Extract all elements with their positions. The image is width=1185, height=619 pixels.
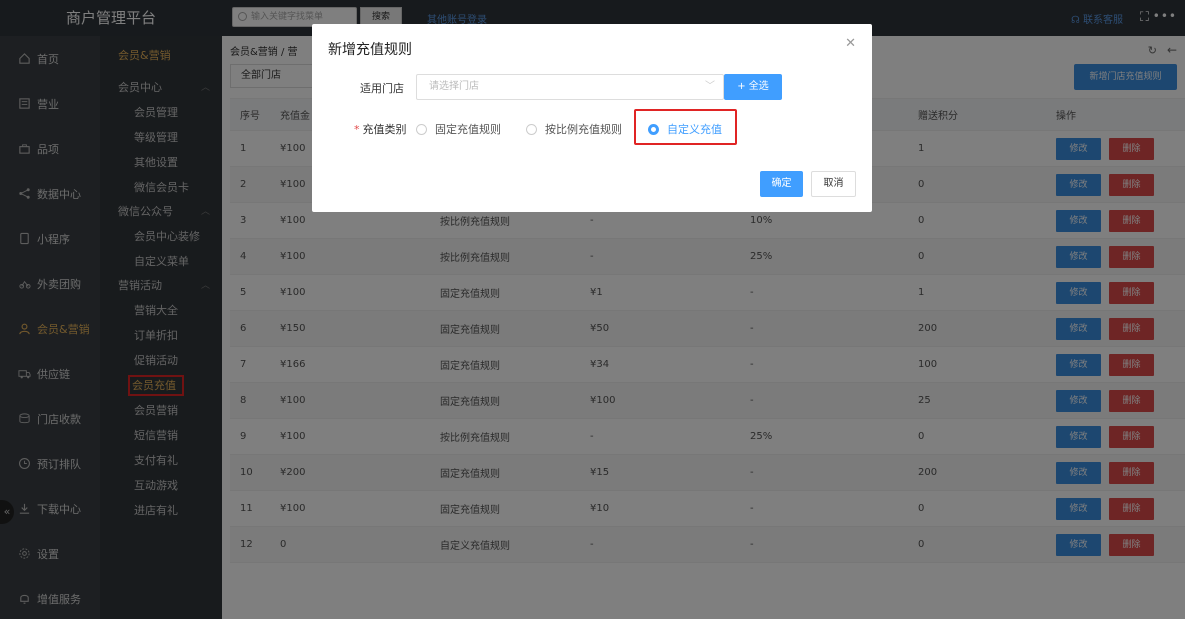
add-recharge-rule-dialog: 新增充值规则 ✕ 适用门店 请选择门店 ﹀ + 全选 * 充值类别 固定充值规则 按… <box>312 24 872 212</box>
radio-dot <box>526 123 537 135</box>
store-label: 适用门店 <box>360 82 404 95</box>
chevron-down-icon: ﹀ <box>705 81 715 92</box>
radio-dot <box>416 123 427 135</box>
dialog-title: 新增充值规则 <box>328 42 412 58</box>
radio-ratio-rule[interactable]: 按比例充值规则 <box>526 121 622 137</box>
cancel-button[interactable]: 取消 <box>811 171 856 197</box>
select-all-button[interactable]: + 全选 <box>724 74 782 100</box>
confirm-button[interactable]: 确定 <box>760 171 803 197</box>
highlight-box <box>634 109 737 145</box>
store-select-input[interactable]: 请选择门店 ﹀ <box>416 74 724 100</box>
required-mark: * <box>354 123 360 136</box>
close-icon[interactable]: ✕ <box>845 36 856 51</box>
recharge-type-label: * 充值类别 <box>354 123 407 136</box>
radio-fixed-rule[interactable]: 固定充值规则 <box>416 121 501 137</box>
